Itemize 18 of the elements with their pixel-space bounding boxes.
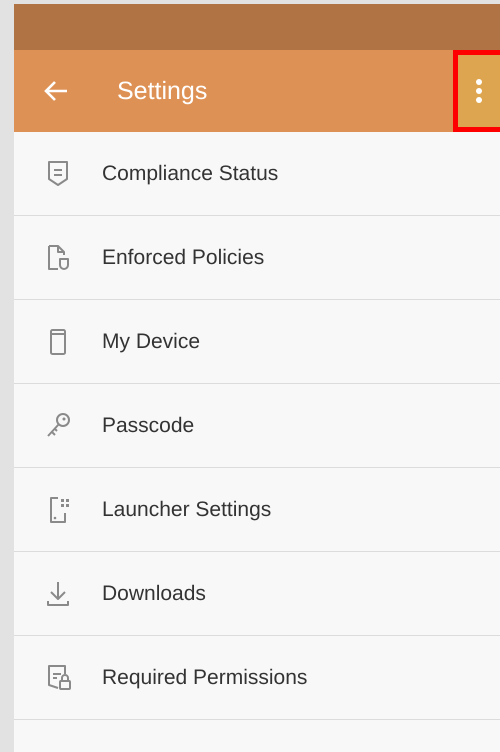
settings-item[interactable]: My Device [14,300,500,384]
settings-item[interactable]: Enforced Policies [14,216,500,300]
more-icon [475,78,483,104]
more-button[interactable] [453,50,500,132]
screen-title: Settings [117,76,208,106]
item-label: Required Permissions [102,666,308,690]
item-label: Compliance Status [102,162,278,186]
item-label: Launcher Settings [102,498,272,522]
settings-item[interactable]: Passcode [14,384,500,468]
settings-item[interactable]: Launcher Settings [14,468,500,552]
item-label: Downloads [102,582,206,606]
settings-item[interactable]: Compliance Status [14,132,500,216]
item-label: Enforced Policies [102,246,264,270]
settings-item[interactable]: Required Permissions [14,636,500,720]
settings-item[interactable]: Downloads [14,552,500,636]
item-label: My Device [102,330,200,354]
item-label: Passcode [102,414,194,438]
back-arrow-icon [43,80,69,102]
